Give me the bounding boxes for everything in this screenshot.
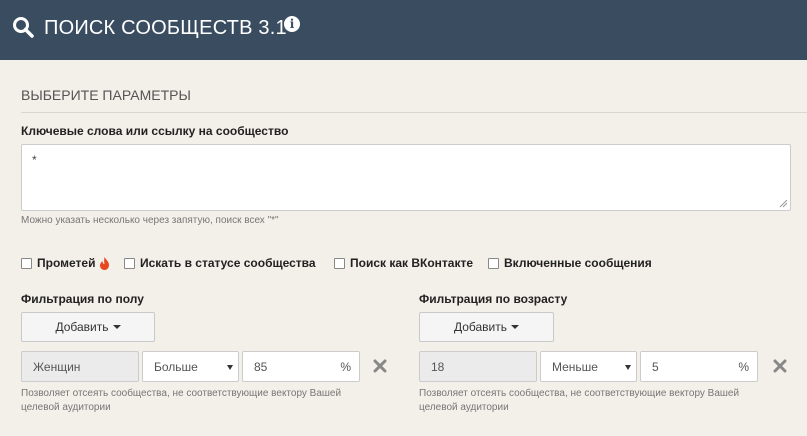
page-title: ПОИСК СООБЩЕСТВ 3.1 [44, 17, 287, 39]
select-arrow-icon [227, 365, 233, 370]
gender-comparison: Больше [154, 359, 198, 374]
app-header: ПОИСК СООБЩЕСТВ 3.1 i [0, 0, 807, 60]
checkbox-search-like-vk[interactable]: Поиск как ВКонтакте [334, 256, 473, 270]
fire-icon [100, 256, 110, 270]
keywords-label: Ключевые слова или ссылку на сообщество [21, 124, 289, 138]
percent-sign: % [738, 360, 749, 374]
remove-gender-filter-icon[interactable] [373, 359, 387, 373]
checkbox-label: Включенные сообщения [504, 256, 652, 270]
age-percent: 5 [652, 359, 659, 374]
caret-down-icon [112, 325, 121, 329]
keywords-help: Можно указать несколько через запятую, п… [21, 215, 279, 226]
gender-comparison-select[interactable]: Больше [142, 351, 239, 382]
checkbox-label: Искать в статусе сообщества [140, 256, 316, 270]
gender-filter-label: Фильтрация по полу [21, 292, 144, 306]
age-filter-label: Фильтрация по возрасту [419, 292, 568, 306]
section-title: ВЫБЕРИТЕ ПАРАМЕТРЫ [21, 87, 191, 103]
percent-sign: % [340, 360, 351, 374]
info-icon[interactable]: i [284, 16, 300, 32]
gender-help: Позволяет отсеять сообщества, не соответ… [21, 388, 342, 413]
keywords-textarea[interactable]: * [21, 144, 791, 211]
select-arrow-icon [625, 365, 631, 370]
age-comparison: Меньше [552, 359, 598, 374]
checkbox-box[interactable] [334, 257, 345, 269]
checkbox-enabled-messages[interactable]: Включенные сообщения [488, 256, 652, 270]
age-comparison-select[interactable]: Меньше [540, 351, 637, 382]
checkbox-box[interactable] [124, 257, 135, 269]
age-help: Позволяет отсеять сообщества, не соответ… [419, 388, 740, 413]
divider [21, 112, 807, 113]
caret-down-icon [511, 325, 520, 329]
resize-grip-icon[interactable] [779, 199, 788, 208]
keywords-value: * [32, 153, 37, 167]
remove-age-filter-icon[interactable] [773, 359, 787, 373]
gender-value-field[interactable]: Женщин [21, 351, 139, 382]
checkbox-search-status[interactable]: Искать в статусе сообщества [124, 256, 316, 270]
checkbox-box[interactable] [21, 257, 32, 269]
age-value: 18 [431, 359, 445, 374]
search-icon [13, 17, 34, 38]
gender-add-button[interactable]: Добавить [21, 312, 155, 342]
age-value-field[interactable]: 18 [419, 351, 537, 382]
gender-value: Женщин [33, 359, 81, 374]
age-add-label: Добавить [453, 320, 508, 334]
checkbox-label: Прометей [37, 256, 96, 270]
checkbox-label: Поиск как ВКонтакте [350, 256, 474, 270]
checkbox-prometheus[interactable]: Прометей [21, 256, 110, 270]
gender-percent-input[interactable]: 85 % [242, 351, 360, 382]
gender-add-label: Добавить [55, 320, 109, 334]
gender-percent: 85 [254, 359, 268, 374]
age-add-button[interactable]: Добавить [419, 312, 554, 342]
checkbox-box[interactable] [488, 257, 499, 269]
age-percent-input[interactable]: 5 % [640, 351, 758, 382]
